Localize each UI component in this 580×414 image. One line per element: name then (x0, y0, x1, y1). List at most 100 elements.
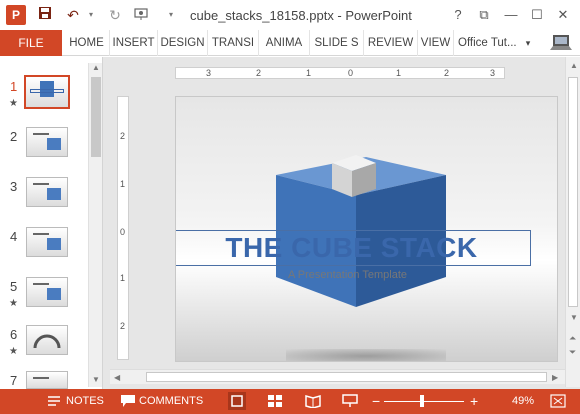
ruler-label: 1 (120, 179, 126, 189)
slide-thumbnail-4[interactable]: 4 (0, 227, 88, 267)
slide-thumbnail-1[interactable]: 1 ★ (0, 75, 88, 117)
tab-transitions[interactable]: TRANSI (208, 30, 259, 56)
slide-number: 1 (10, 79, 18, 94)
ribbon-tabs: FILE HOME INSERT DESIGN TRANSI ANIMA SLI… (0, 30, 580, 56)
ruler-label: 1 (306, 68, 312, 78)
ribbon-display-options-icon[interactable]: ⧉ (473, 5, 495, 25)
scroll-up-arrow-icon[interactable]: ▲ (92, 63, 100, 72)
help-icon[interactable]: ? (447, 5, 469, 25)
scrollbar-thumb[interactable] (568, 77, 578, 307)
thumb-cube (47, 238, 61, 250)
tab-insert[interactable]: INSERT (110, 30, 158, 56)
slide-show-view-icon[interactable] (342, 394, 358, 408)
redo-icon[interactable]: ↻ (104, 6, 126, 24)
cube-shadow (286, 349, 446, 361)
notes-button[interactable]: NOTES (66, 389, 104, 414)
thumb-title-line (33, 233, 49, 235)
close-button[interactable]: ✕ (552, 5, 574, 25)
thumb-title-line (33, 133, 49, 135)
undo-dropdown-icon[interactable]: ▾ (80, 6, 102, 24)
slide-sorter-view-icon[interactable] (267, 394, 283, 408)
slide-number: 7 (10, 373, 18, 388)
slide-thumbnail-image (26, 325, 68, 355)
status-bar: NOTES COMMENTS − + 49% (0, 389, 580, 414)
tab-animations[interactable]: ANIMA (259, 30, 310, 56)
title-bar: P ↶ ▾ ↻ ▾ cube_stacks_18158.pptx - Power… (0, 0, 580, 30)
slide-thumbnail-image (26, 371, 68, 389)
zoom-slider-track[interactable] (384, 401, 464, 402)
thumb-cube (47, 138, 61, 150)
next-slide-icon[interactable]: ⏷ (569, 347, 576, 358)
customize-toolbar-icon[interactable]: ▾ (160, 6, 182, 24)
slide-thumbnail-5[interactable]: 5 ★ (0, 277, 88, 317)
slide-number: 5 (10, 279, 18, 294)
thumb-title-line (33, 283, 49, 285)
zoom-level[interactable]: 49% (512, 389, 534, 414)
ruler-label: 2 (120, 321, 126, 331)
main-area: 1 ★ 2 3 4 5 ★ 6 ★ 7 ▲ ▼ 3 2 1 0 1 2 3 2 … (0, 57, 580, 389)
normal-view-icon[interactable] (228, 392, 246, 410)
ruler-label: 0 (120, 227, 126, 237)
slide-horizontal-scrollbar[interactable]: ◀ ▶ (110, 369, 565, 384)
thumb-cube (47, 288, 61, 300)
slide-subtitle[interactable]: A Presentation Template (176, 269, 519, 281)
animation-star-icon: ★ (9, 346, 18, 357)
ruler-label: 1 (396, 68, 402, 78)
slide-thumbnail-2[interactable]: 2 (0, 127, 88, 167)
scroll-down-arrow-icon[interactable]: ▼ (92, 375, 100, 384)
ruler-label: 2 (120, 131, 126, 141)
ruler-label: 2 (444, 68, 450, 78)
scrollbar-thumb[interactable] (146, 372, 547, 382)
scroll-left-arrow-icon[interactable]: ◀ (114, 373, 120, 382)
fit-slide-icon[interactable] (550, 394, 566, 408)
tab-slide-show[interactable]: SLIDE S (310, 30, 364, 56)
tab-review[interactable]: REVIEW (364, 30, 418, 56)
scroll-up-arrow-icon[interactable]: ▲ (570, 61, 578, 70)
animation-star-icon: ★ (9, 98, 18, 109)
tab-file[interactable]: FILE (0, 30, 62, 56)
thumbnail-scrollbar[interactable]: ▲ ▼ (88, 63, 102, 387)
slide-title[interactable]: THE CUBE STACK (176, 232, 530, 264)
thumb-title-line (33, 183, 49, 185)
tab-home[interactable]: HOME (64, 30, 110, 56)
thumb-cube (47, 188, 61, 200)
slide-vertical-scrollbar[interactable]: ▲ ▼ ⏶ ⏷ (565, 57, 580, 387)
zoom-out-button[interactable]: − (372, 389, 380, 414)
zoom-in-button[interactable]: + (470, 389, 478, 414)
slide-number: 6 (10, 327, 18, 342)
title-placeholder[interactable]: THE CUBE STACK (176, 230, 531, 266)
powerpoint-app-icon[interactable]: P (6, 5, 26, 25)
maximize-button[interactable]: ☐ (526, 5, 548, 25)
horizontal-ruler: 3 2 1 0 1 2 3 (175, 67, 505, 79)
slide-thumbnail-image (26, 177, 68, 207)
notes-icon[interactable] (46, 394, 62, 408)
minimize-button[interactable]: — (500, 5, 522, 25)
slide-canvas[interactable]: THE CUBE STACK A Presentation Template (175, 96, 558, 362)
previous-slide-icon[interactable]: ⏶ (569, 333, 576, 344)
user-dropdown-icon[interactable]: ▾ (526, 38, 531, 48)
thumb-title-box (30, 89, 64, 93)
user-account-name[interactable]: Office Tut... ▾ (458, 30, 530, 56)
scroll-right-arrow-icon[interactable]: ▶ (552, 373, 558, 382)
slide-thumbnail-image (26, 127, 68, 157)
window-title: cube_stacks_18158.pptx - PowerPoint (190, 8, 412, 23)
slide-thumbnail-3[interactable]: 3 (0, 177, 88, 217)
save-icon[interactable] (34, 6, 56, 24)
reading-view-icon[interactable] (305, 394, 321, 408)
vertical-ruler: 2 1 0 1 2 (117, 96, 129, 360)
animation-star-icon: ★ (9, 298, 18, 309)
user-avatar[interactable] (548, 33, 574, 53)
tab-design[interactable]: DESIGN (158, 30, 208, 56)
scroll-down-arrow-icon[interactable]: ▼ (570, 313, 578, 322)
comments-button[interactable]: COMMENTS (139, 389, 203, 414)
slide-thumbnail-6[interactable]: 6 ★ (0, 325, 88, 365)
start-slideshow-icon[interactable] (130, 6, 152, 24)
slide-thumbnail-image (24, 75, 70, 109)
slide-thumbnail-image (26, 227, 68, 257)
scrollbar-thumb[interactable] (91, 77, 101, 157)
tab-view[interactable]: VIEW (418, 30, 454, 56)
slide-number: 3 (10, 179, 18, 194)
ruler-label: 3 (490, 68, 496, 78)
zoom-slider-thumb[interactable] (420, 395, 424, 407)
comments-icon[interactable] (120, 394, 136, 408)
